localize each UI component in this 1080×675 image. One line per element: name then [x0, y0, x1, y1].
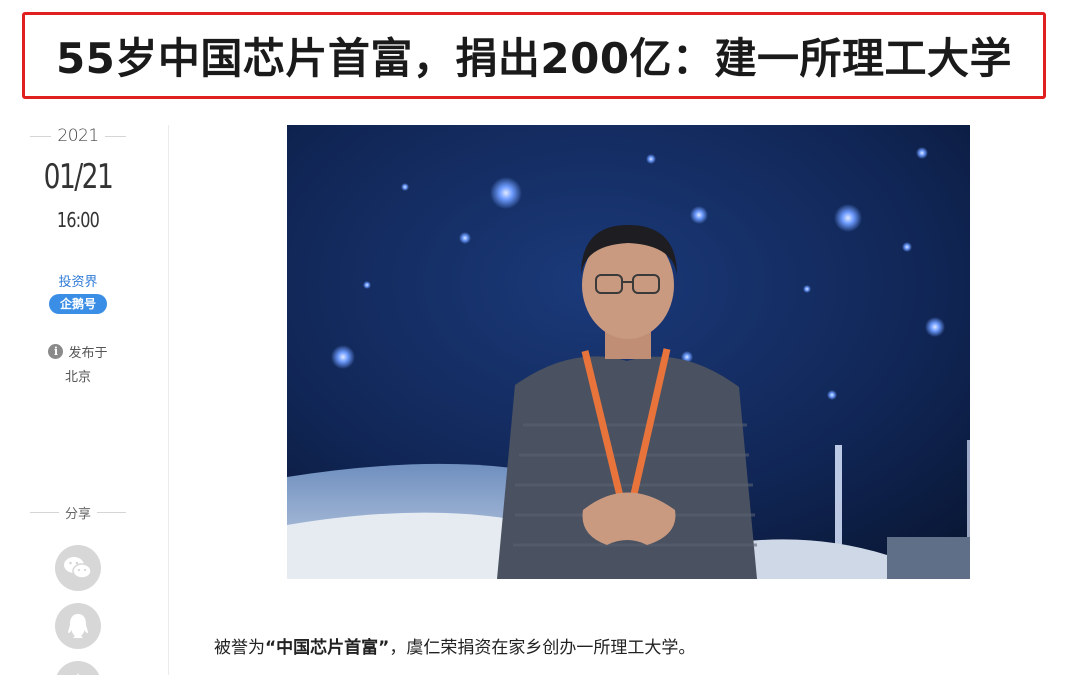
article-title: 55岁中国芯片首富，捐出200亿：建一所理工大学 [55, 34, 1013, 83]
year-row: 2021 [30, 125, 127, 147]
article-photo [287, 125, 970, 579]
publish-year: 2021 [57, 126, 99, 146]
share-header: 分享 [30, 503, 127, 522]
article-sidebar: 2021 01/21 16:00 投资界 企鹅号 i 发布于 北京 分享 [0, 110, 168, 675]
wechat-icon [64, 557, 92, 579]
headline-box: 55岁中国芯片首富，捐出200亿：建一所理工大学 [22, 12, 1046, 99]
qzone-icon [77, 673, 79, 675]
published-from: i 发布于 [30, 342, 126, 361]
share-qzone-button[interactable] [55, 661, 101, 675]
share-qq-button[interactable] [55, 603, 101, 649]
publish-date: 01/21 [43, 157, 114, 197]
lead-prefix: 被誉为 [214, 638, 265, 658]
lead-suffix: ，虞仁荣捐资在家乡创办一所理工大学。 [389, 638, 696, 658]
sidebar-divider [168, 125, 169, 675]
info-icon: i [48, 344, 64, 359]
penguin-account-badge[interactable]: 企鹅号 [49, 294, 107, 314]
article-lead-paragraph: 被誉为“中国芯片首富”，虞仁荣捐资在家乡创办一所理工大学。 [214, 633, 695, 658]
qq-icon [68, 614, 88, 638]
published-label: 发布于 [68, 346, 108, 361]
lead-highlight: “中国芯片首富” [265, 638, 390, 658]
author-link[interactable]: 投资界 [30, 271, 126, 290]
publish-location: 北京 [64, 370, 91, 385]
publish-time: 16:00 [56, 208, 100, 232]
share-wechat-button[interactable] [55, 545, 101, 591]
share-label: 分享 [65, 507, 92, 522]
